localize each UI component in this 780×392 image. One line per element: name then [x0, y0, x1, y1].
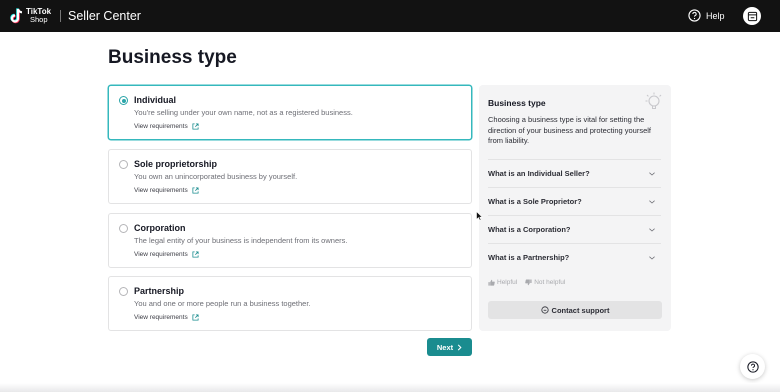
chevron-down-icon: [649, 227, 655, 232]
chevron-down-icon: [649, 171, 655, 176]
mouse-cursor-icon: [476, 211, 483, 221]
external-link-icon: [192, 314, 199, 321]
contact-label: Contact support: [551, 305, 610, 315]
link-label: View requirements: [134, 251, 188, 258]
view-requirements-link[interactable]: View requirements: [134, 314, 199, 321]
option-card-individual[interactable]: Individual You're selling under your own…: [108, 85, 472, 140]
chevron-down-icon: [649, 199, 655, 204]
thumbs-down-icon: [525, 279, 532, 286]
chevron-down-icon: [649, 255, 655, 260]
radio-sole-proprietorship[interactable]: [119, 160, 128, 169]
radio-partnership[interactable]: [119, 287, 128, 296]
faq-item-corporation[interactable]: What is a Corporation?: [488, 215, 661, 243]
store-icon: [747, 11, 757, 21]
panel-title: Business type: [488, 98, 546, 108]
feedback-row: Helpful Not helpful: [488, 279, 565, 286]
option-description: The legal entity of your business is ind…: [134, 236, 348, 245]
helpful-button[interactable]: Helpful: [488, 279, 517, 286]
chat-bubble-icon: [540, 306, 549, 314]
lightbulb-icon: [645, 92, 662, 109]
top-bar: TikTok Shop Seller Center Help: [0, 0, 780, 32]
next-button[interactable]: Next: [427, 338, 472, 356]
option-card-partnership[interactable]: Partnership You and one or more people r…: [108, 276, 472, 331]
view-requirements-link[interactable]: View requirements: [134, 123, 199, 130]
bottom-shadow: [0, 383, 780, 392]
not-helpful-label: Not helpful: [534, 279, 566, 286]
faq-item-sole-proprietor[interactable]: What is a Sole Proprietor?: [488, 187, 661, 215]
option-description: You're selling under your own name, not …: [134, 108, 353, 117]
faq-question: What is a Sole Proprietor?: [488, 197, 582, 206]
option-description: You and one or more people run a busines…: [134, 299, 311, 308]
external-link-icon: [192, 123, 199, 130]
faq-question: What is an Individual Seller?: [488, 169, 590, 178]
option-title: Partnership: [134, 286, 185, 296]
external-link-icon: [192, 187, 199, 194]
help-link[interactable]: Help: [688, 9, 725, 22]
contact-support-button[interactable]: Contact support: [488, 301, 662, 319]
brand-wordmark[interactable]: TikTok Shop: [26, 8, 51, 24]
option-title: Individual: [134, 95, 177, 105]
helpful-label: Helpful: [497, 279, 518, 286]
app-title: Seller Center: [68, 9, 141, 23]
help-circle-icon: [688, 9, 701, 22]
faq-item-individual-seller[interactable]: What is an Individual Seller?: [488, 159, 661, 187]
link-label: View requirements: [134, 187, 188, 194]
shop-account-button[interactable]: [743, 7, 761, 25]
thumbs-up-icon: [488, 279, 495, 286]
header-divider: [60, 10, 61, 22]
floating-help-button[interactable]: [740, 354, 765, 379]
chevron-right-icon: [457, 344, 462, 350]
faq-question: What is a Corporation?: [488, 225, 571, 234]
option-title: Corporation: [134, 223, 186, 233]
question-circle-icon: [746, 360, 759, 373]
page-title: Business type: [108, 47, 237, 68]
tiktok-logo-icon[interactable]: [8, 7, 26, 25]
option-card-sole-proprietorship[interactable]: Sole proprietorship You own an unincorpo…: [108, 149, 472, 204]
next-label: Next: [436, 342, 454, 352]
option-description: You own an unincorporated business by yo…: [134, 172, 298, 181]
link-label: View requirements: [134, 123, 188, 130]
option-title: Sole proprietorship: [134, 159, 218, 169]
option-card-corporation[interactable]: Corporation The legal entity of your bus…: [108, 213, 472, 268]
info-panel: Business type Choosing a business type i…: [479, 85, 671, 331]
help-label: Help: [706, 10, 725, 21]
radio-individual[interactable]: [119, 96, 128, 105]
external-link-icon: [192, 251, 199, 258]
faq-item-partnership[interactable]: What is a Partnership?: [488, 243, 661, 271]
link-label: View requirements: [134, 314, 188, 321]
panel-description: Choosing a business type is vital for se…: [488, 115, 652, 145]
radio-corporation[interactable]: [119, 224, 128, 233]
view-requirements-link[interactable]: View requirements: [134, 251, 199, 258]
not-helpful-button[interactable]: Not helpful: [525, 279, 565, 286]
brand-bottom: Shop: [30, 15, 48, 24]
faq-question: What is a Partnership?: [488, 253, 570, 262]
view-requirements-link[interactable]: View requirements: [134, 187, 199, 194]
